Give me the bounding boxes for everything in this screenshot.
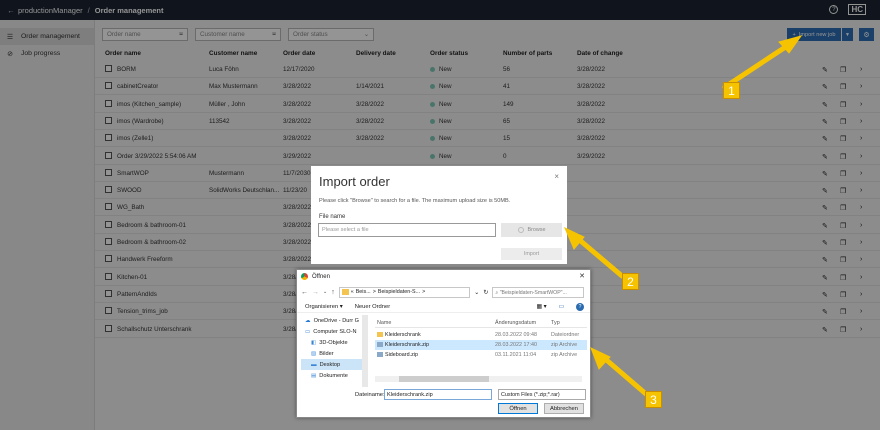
annotation-arrow-1	[722, 41, 793, 90]
callout-3: 3	[645, 391, 662, 408]
callout-1: 1	[723, 82, 740, 99]
annotation-arrow-3	[600, 354, 649, 397]
annotation-arrowhead-3	[590, 347, 611, 370]
annotation-arrows	[564, 35, 803, 397]
annotation-arrow-2	[573, 234, 625, 279]
callout-2: 2	[622, 273, 639, 290]
annotation-arrowhead-2	[564, 226, 585, 250]
